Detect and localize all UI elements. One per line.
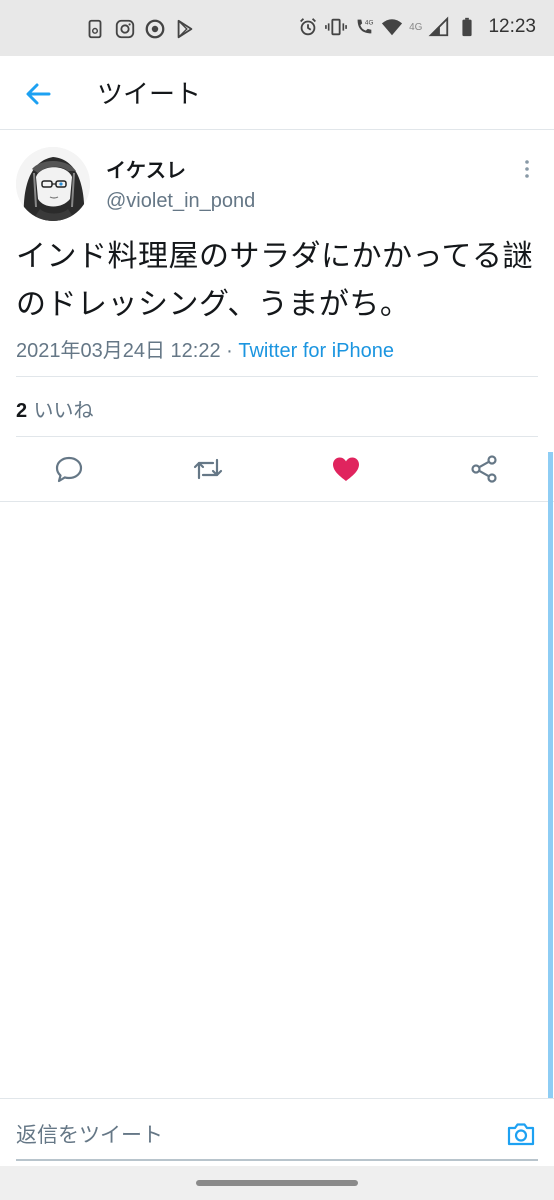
user-handle[interactable]: @violet_in_pond bbox=[106, 190, 255, 213]
phone-app-icon bbox=[88, 19, 102, 39]
like-icon[interactable] bbox=[331, 454, 361, 484]
scrollbar[interactable] bbox=[548, 452, 553, 1100]
top-app-bar: ツイート bbox=[0, 56, 554, 130]
reply-input-underline bbox=[16, 1159, 538, 1161]
avatar[interactable] bbox=[16, 147, 90, 221]
tweet-source-link[interactable]: Twitter for iPhone bbox=[238, 340, 394, 362]
battery-icon bbox=[462, 17, 473, 37]
meta-separator: · bbox=[220, 340, 239, 362]
tweet-actions bbox=[0, 438, 554, 502]
page-title: ツイート bbox=[97, 80, 202, 110]
play-store-icon bbox=[177, 19, 193, 39]
tweet-date: 2021年03月24日 12:22 bbox=[16, 340, 221, 362]
camera-icon[interactable] bbox=[506, 1119, 536, 1149]
avatar-illustration bbox=[16, 147, 90, 221]
likes-number: 2 bbox=[16, 400, 28, 422]
system-navigation-bar bbox=[0, 1166, 554, 1200]
signal-icon bbox=[428, 16, 449, 37]
tweet-meta: 2021年03月24日 12:22 · Twitter for iPhone bbox=[16, 334, 394, 363]
divider bbox=[16, 376, 538, 377]
status-bar: 4G 4G 12:23 bbox=[0, 0, 554, 56]
display-name[interactable]: イケスレ bbox=[106, 154, 186, 183]
volte-call-icon: 4G bbox=[357, 19, 374, 34]
divider bbox=[16, 436, 538, 437]
reply-icon[interactable] bbox=[54, 454, 84, 484]
likes-label: いいね bbox=[27, 398, 94, 422]
share-icon[interactable] bbox=[469, 454, 499, 484]
wifi-icon bbox=[382, 19, 403, 36]
reply-bar: 返信をツイート bbox=[0, 1098, 554, 1167]
network-type-label: 4G bbox=[409, 21, 423, 33]
home-gesture-handle[interactable] bbox=[196, 1180, 358, 1186]
retweet-icon[interactable] bbox=[193, 454, 223, 484]
status-time: 12:23 bbox=[488, 16, 536, 37]
reply-input[interactable]: 返信をツイート bbox=[16, 1119, 163, 1149]
instagram-icon bbox=[115, 19, 135, 39]
alarm-icon bbox=[300, 18, 317, 36]
likes-count[interactable]: 2 いいね bbox=[16, 394, 93, 423]
tweet-text: インド料理屋のサラダにかかってる謎のドレッシング、うまがち。 bbox=[16, 239, 533, 322]
arrow-left-icon[interactable] bbox=[22, 78, 54, 110]
vibrate-icon bbox=[325, 18, 348, 36]
more-vert-icon[interactable] bbox=[520, 158, 534, 180]
browser-icon bbox=[145, 19, 165, 39]
svg-text:4G: 4G bbox=[365, 19, 374, 26]
